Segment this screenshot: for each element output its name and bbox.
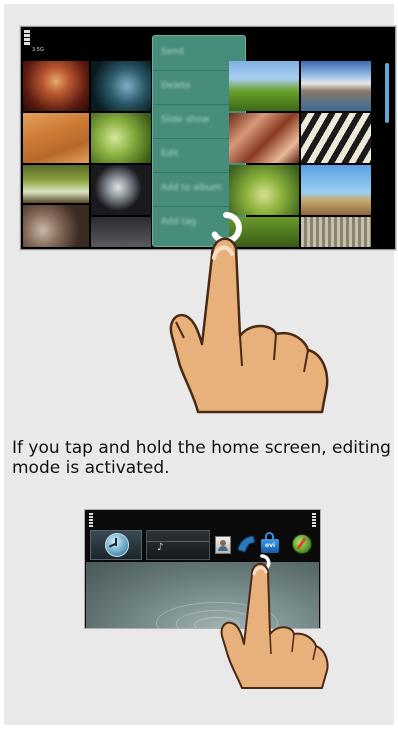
photo-thumbnail[interactable] — [23, 165, 89, 203]
phone-icon[interactable] — [235, 534, 257, 554]
photo-thumbnail[interactable] — [229, 113, 299, 163]
signal-strength-icon — [24, 30, 30, 52]
maps-icon[interactable] — [292, 534, 312, 554]
photo-thumbnail[interactable] — [91, 165, 151, 215]
photo-thumbnail[interactable] — [91, 113, 151, 163]
photo-thumbnail[interactable] — [23, 113, 89, 163]
network-status-text: 3.5G — [32, 47, 44, 53]
photo-thumbnail[interactable] — [23, 205, 89, 247]
clock-widget-icon[interactable] — [90, 530, 142, 560]
signal-strength-icon — [89, 513, 93, 527]
contacts-icon[interactable] — [215, 536, 231, 554]
photo-thumbnail[interactable] — [23, 61, 89, 111]
ovi-store-icon[interactable]: ovi — [261, 532, 279, 554]
scrollbar[interactable] — [385, 63, 389, 123]
battery-icon — [312, 513, 316, 527]
photo-thumbnail[interactable] — [301, 113, 371, 163]
photo-thumbnail[interactable] — [229, 61, 299, 111]
illustration-panel: 3.5G Send Delete Slide show Edit Add to … — [4, 4, 396, 725]
music-widget-icon[interactable]: ♪ — [146, 530, 210, 560]
tapping-hand-icon — [169, 237, 329, 414]
photo-thumbnail[interactable] — [91, 61, 151, 111]
gallery-screen: 3.5G Send Delete Slide show Edit Add to … — [20, 26, 396, 250]
tapping-hand-icon — [220, 563, 329, 689]
instruction-text: If you tap and hold the home screen, edi… — [12, 438, 391, 478]
photo-thumbnail[interactable] — [91, 217, 151, 247]
photo-thumbnail[interactable] — [301, 165, 371, 215]
photo-thumbnail[interactable] — [229, 165, 299, 215]
photo-thumbnail[interactable] — [301, 61, 371, 111]
